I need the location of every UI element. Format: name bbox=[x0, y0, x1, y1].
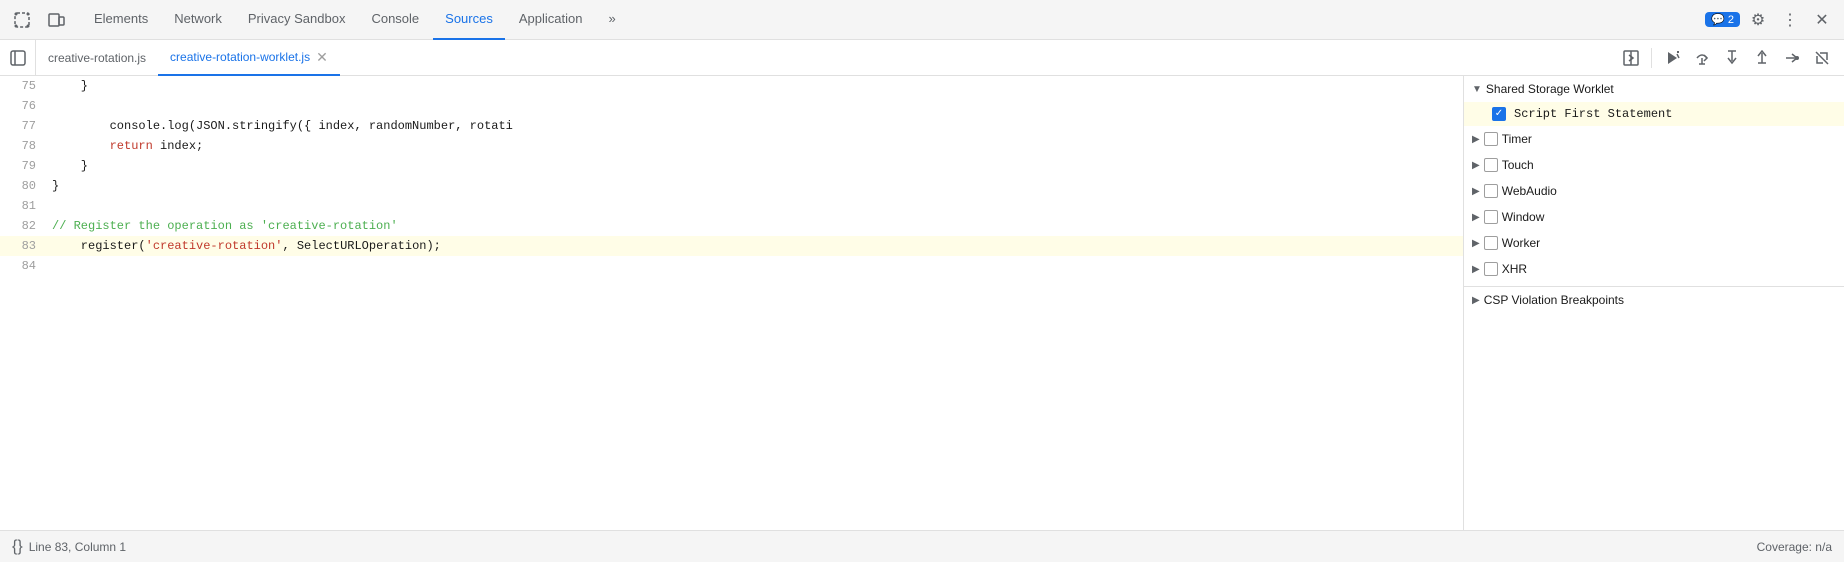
file-tab-creative-rotation[interactable]: creative-rotation.js bbox=[36, 40, 158, 76]
file-tabs-toolbar bbox=[1617, 44, 1844, 72]
code-line-81: 81 bbox=[0, 196, 1463, 216]
coverage-status: Coverage: n/a bbox=[1757, 540, 1832, 554]
status-bar-right: Coverage: n/a bbox=[1757, 540, 1832, 554]
pretty-print-icon[interactable]: {} bbox=[12, 538, 23, 556]
bp-section-webaudio[interactable]: ▶ WebAudio bbox=[1464, 178, 1844, 204]
bp-checkbox-webaudio[interactable] bbox=[1484, 184, 1498, 198]
tab-console[interactable]: Console bbox=[359, 0, 431, 40]
bp-item-script-first-statement[interactable]: Script First Statement bbox=[1464, 102, 1844, 126]
tab-overflow[interactable]: » bbox=[596, 0, 627, 40]
more-options-icon[interactable]: ⋮ bbox=[1776, 6, 1804, 34]
code-line-75: 75 } bbox=[0, 76, 1463, 96]
chevron-down-icon: ▼ bbox=[1472, 84, 1482, 95]
file-tab-creative-rotation-worklet[interactable]: creative-rotation-worklet.js ✕ bbox=[158, 40, 340, 76]
code-line-78: 78 return index; bbox=[0, 136, 1463, 156]
bp-section-worker[interactable]: ▶ Worker bbox=[1464, 230, 1844, 256]
resume-btn[interactable] bbox=[1658, 44, 1686, 72]
status-bar: {} Line 83, Column 1 Coverage: n/a bbox=[0, 530, 1844, 562]
file-tabs-bar: creative-rotation.js creative-rotation-w… bbox=[0, 40, 1844, 76]
tab-privacy-sandbox[interactable]: Privacy Sandbox bbox=[236, 0, 358, 40]
chevron-right-icon-window: ▶ bbox=[1472, 212, 1480, 223]
status-bar-left: {} Line 83, Column 1 bbox=[12, 538, 126, 556]
chevron-right-icon-touch: ▶ bbox=[1472, 160, 1480, 171]
close-tab-icon[interactable]: ✕ bbox=[316, 50, 328, 64]
bp-section-timer[interactable]: ▶ Timer bbox=[1464, 126, 1844, 152]
tab-sources[interactable]: Sources bbox=[433, 0, 505, 40]
code-line-80: 80 } bbox=[0, 176, 1463, 196]
cursor-icon[interactable] bbox=[8, 6, 36, 34]
step-over-btn[interactable] bbox=[1688, 44, 1716, 72]
bp-section-csp[interactable]: ▶ CSP Violation Breakpoints bbox=[1464, 286, 1844, 313]
bp-checkbox-script-first-statement[interactable] bbox=[1492, 107, 1506, 121]
tab-network[interactable]: Network bbox=[162, 0, 234, 40]
code-panel: 75 } 76 77 console.log(JSON.stringify({ … bbox=[0, 76, 1464, 530]
close-devtools-icon[interactable]: ✕ bbox=[1808, 6, 1836, 34]
breakpoints-panel: ▼ Shared Storage Worklet Script First St… bbox=[1464, 76, 1844, 530]
bp-checkbox-worker[interactable] bbox=[1484, 236, 1498, 250]
tab-bar-right: 💬 2 ⚙ ⋮ ✕ bbox=[1705, 6, 1836, 34]
code-editor[interactable]: 75 } 76 77 console.log(JSON.stringify({ … bbox=[0, 76, 1463, 530]
step-into-btn[interactable] bbox=[1718, 44, 1746, 72]
chevron-right-icon-worker: ▶ bbox=[1472, 238, 1480, 249]
notification-badge[interactable]: 💬 2 bbox=[1705, 12, 1740, 27]
bp-checkbox-touch[interactable] bbox=[1484, 158, 1498, 172]
code-line-79: 79 } bbox=[0, 156, 1463, 176]
bp-section-touch[interactable]: ▶ Touch bbox=[1464, 152, 1844, 178]
devtools-tab-bar: Elements Network Privacy Sandbox Console… bbox=[0, 0, 1844, 40]
bp-checkbox-timer[interactable] bbox=[1484, 132, 1498, 146]
bp-section-xhr[interactable]: ▶ XHR bbox=[1464, 256, 1844, 282]
main-content: 75 } 76 77 console.log(JSON.stringify({ … bbox=[0, 76, 1844, 530]
sidebar-toggle-btn[interactable] bbox=[0, 40, 36, 76]
settings-icon[interactable]: ⚙ bbox=[1744, 6, 1772, 34]
code-line-76: 76 bbox=[0, 96, 1463, 116]
deactivate-breakpoints-btn[interactable] bbox=[1808, 44, 1836, 72]
code-line-84: 84 bbox=[0, 256, 1463, 276]
toolbar-separator-1 bbox=[1651, 48, 1652, 68]
tab-application[interactable]: Application bbox=[507, 0, 595, 40]
chevron-right-icon-xhr: ▶ bbox=[1472, 264, 1480, 275]
bp-checkbox-xhr[interactable] bbox=[1484, 262, 1498, 276]
code-line-77: 77 console.log(JSON.stringify({ index, r… bbox=[0, 116, 1463, 136]
step-btn[interactable] bbox=[1778, 44, 1806, 72]
device-toggle-icon[interactable] bbox=[42, 6, 70, 34]
devtools-icons bbox=[8, 6, 70, 34]
cursor-position: Line 83, Column 1 bbox=[29, 540, 126, 554]
code-line-82: 82 // Register the operation as 'creativ… bbox=[0, 216, 1463, 236]
chevron-right-icon-csp: ▶ bbox=[1472, 295, 1480, 306]
bp-section-window[interactable]: ▶ Window bbox=[1464, 204, 1844, 230]
code-line-83: 83 register('creative-rotation', SelectU… bbox=[0, 236, 1463, 256]
bp-checkbox-window[interactable] bbox=[1484, 210, 1498, 224]
bp-section-shared-storage[interactable]: ▼ Shared Storage Worklet bbox=[1464, 76, 1844, 102]
tab-elements[interactable]: Elements bbox=[82, 0, 160, 40]
chevron-right-icon-timer: ▶ bbox=[1472, 134, 1480, 145]
chevron-right-icon-webaudio: ▶ bbox=[1472, 186, 1480, 197]
step-out-btn[interactable] bbox=[1748, 44, 1776, 72]
collapse-to-drawer-icon[interactable] bbox=[1617, 44, 1645, 72]
